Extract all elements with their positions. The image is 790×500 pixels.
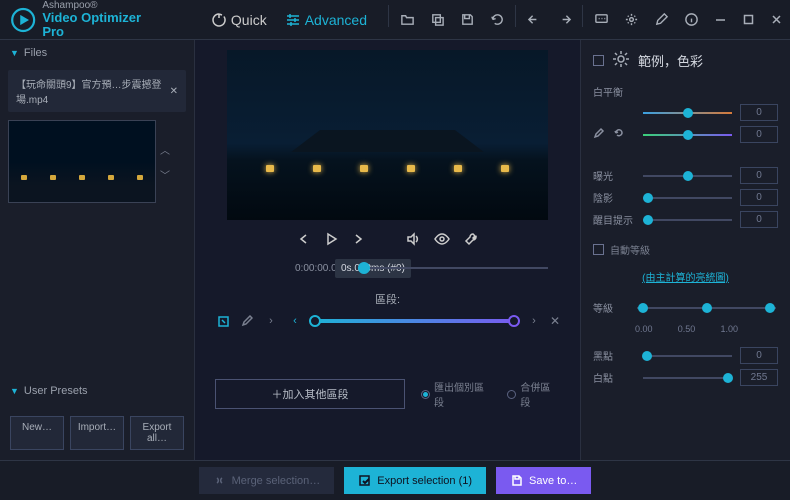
auto-levels-checkbox[interactable]: 自動等級 xyxy=(593,242,778,257)
product-name: Video Optimizer Pro xyxy=(42,11,159,40)
preset-export-button[interactable]: Export all… xyxy=(130,416,184,450)
segment-start-icon[interactable]: ‹ xyxy=(287,313,303,329)
preset-new-button[interactable]: New… xyxy=(10,416,64,450)
levels-slider[interactable] xyxy=(637,307,776,309)
segments-label: 區段: xyxy=(195,279,580,313)
undo-icon[interactable] xyxy=(519,5,549,35)
merge-button[interactable]: Merge selection… xyxy=(199,467,335,494)
sidebar: ▼ Files 【玩命關頭9】官方預…步震撼登場.mp4 ✕ ︿ ﹀ ▼ Use… xyxy=(0,40,195,460)
eyedropper-icon[interactable] xyxy=(593,127,605,142)
file-remove-icon[interactable]: ✕ xyxy=(170,86,178,97)
highlights-slider[interactable] xyxy=(643,219,732,221)
segment-marker-icon[interactable] xyxy=(215,313,231,329)
center-panel: 0s.000ms (#0) 0:00:00.000 區段: › ‹ › ✕ ＋加… xyxy=(195,40,580,460)
settings-icon[interactable] xyxy=(616,5,646,35)
histogram-link[interactable]: (由主計算的亮統圖) xyxy=(593,269,778,284)
redo-icon[interactable] xyxy=(549,5,579,35)
exposure-label: 曝光 xyxy=(593,168,635,183)
play-icon[interactable] xyxy=(324,232,338,249)
files-header[interactable]: ▼ Files xyxy=(0,40,194,66)
wb-label: 白平衡 xyxy=(593,84,635,99)
highlights-label: 醒目提示 xyxy=(593,212,635,227)
blackpoint-label: 黑點 xyxy=(593,348,635,363)
titlebar: Ashampoo® Video Optimizer Pro Quick Adva… xyxy=(0,0,790,40)
prev-frame-icon[interactable] xyxy=(298,233,310,248)
shadows-label: 陰影 xyxy=(593,190,635,205)
presets-header[interactable]: ▼ User Presets xyxy=(0,378,194,404)
preset-import-button[interactable]: Import… xyxy=(70,416,124,450)
whitepoint-slider[interactable] xyxy=(643,377,732,379)
edit-icon[interactable] xyxy=(646,5,676,35)
close-button[interactable] xyxy=(762,5,790,35)
chevron-down-icon: ▼ xyxy=(10,386,19,396)
chat-icon[interactable] xyxy=(586,5,616,35)
segment-range-slider[interactable] xyxy=(311,319,518,323)
advanced-mode-button[interactable]: Advanced xyxy=(279,8,373,32)
shadows-slider[interactable] xyxy=(643,197,732,199)
levels-label: 等級 xyxy=(593,300,635,315)
segment-remove-icon[interactable]: ✕ xyxy=(550,314,560,328)
next-frame-icon[interactable] xyxy=(352,233,364,248)
eye-icon[interactable] xyxy=(434,232,450,249)
segment-end-icon[interactable]: › xyxy=(526,313,542,329)
exposure-slider[interactable] xyxy=(643,175,732,177)
info-icon[interactable] xyxy=(676,5,706,35)
video-thumbnail[interactable] xyxy=(8,120,156,203)
merge-segments-radio[interactable]: 合併區段 xyxy=(507,379,560,409)
segment-next-icon[interactable]: › xyxy=(263,313,279,329)
file-name: 【玩命關頭9】官方預…步震撼登場.mp4 xyxy=(16,76,170,106)
footer: Merge selection… Export selection (1) Sa… xyxy=(0,460,790,500)
add-segment-button[interactable]: ＋加入其他區段 xyxy=(215,379,405,409)
wrench-icon[interactable] xyxy=(464,232,478,249)
right-panel: 範例，色彩 白平衡 0 0 曝光 0 陰影 0 醒目提示 xyxy=(580,40,790,460)
export-individual-radio[interactable]: 匯出個別區段 xyxy=(421,379,493,409)
whitepoint-label: 白點 xyxy=(593,370,635,385)
refresh-icon[interactable] xyxy=(482,5,512,35)
save-to-button[interactable]: Save to… xyxy=(496,467,591,494)
blackpoint-slider[interactable] xyxy=(643,355,732,357)
export-button[interactable]: Export selection (1) xyxy=(344,467,486,494)
file-item[interactable]: 【玩命關頭9】官方預…步震撼登場.mp4 ✕ xyxy=(8,70,186,112)
maximize-button[interactable] xyxy=(734,5,762,35)
panel-title: 範例，色彩 xyxy=(638,51,703,70)
whitepoint-value[interactable]: 255 xyxy=(740,369,778,386)
open-folder-icon[interactable] xyxy=(392,5,422,35)
wb-temp-value[interactable]: 0 xyxy=(740,104,778,121)
wb-temp-slider[interactable] xyxy=(643,112,732,114)
panel-enable-checkbox[interactable] xyxy=(593,55,604,66)
exposure-value[interactable]: 0 xyxy=(740,167,778,184)
save-icon[interactable] xyxy=(452,5,482,35)
playback-controls xyxy=(195,224,580,257)
reset-icon[interactable] xyxy=(613,127,625,142)
quick-mode-button[interactable]: Quick xyxy=(205,8,273,32)
highlights-value[interactable]: 0 xyxy=(740,211,778,228)
copy-icon[interactable] xyxy=(422,5,452,35)
chevron-down-icon: ▼ xyxy=(10,48,19,58)
wb-tint-value[interactable]: 0 xyxy=(740,126,778,143)
segment-edit-icon[interactable] xyxy=(239,313,255,329)
video-preview[interactable] xyxy=(227,50,548,220)
volume-icon[interactable] xyxy=(406,232,420,249)
wb-tint-slider[interactable] xyxy=(643,134,732,136)
seek-slider[interactable] xyxy=(358,267,548,269)
app-logo: Ashampoo® Video Optimizer Pro xyxy=(0,0,169,39)
brightness-icon xyxy=(612,50,630,71)
minimize-button[interactable] xyxy=(706,5,734,35)
blackpoint-value[interactable]: 0 xyxy=(740,347,778,364)
thumb-up-icon[interactable]: ︿ xyxy=(160,142,170,157)
thumb-down-icon[interactable]: ﹀ xyxy=(160,167,170,182)
shadows-value[interactable]: 0 xyxy=(740,189,778,206)
